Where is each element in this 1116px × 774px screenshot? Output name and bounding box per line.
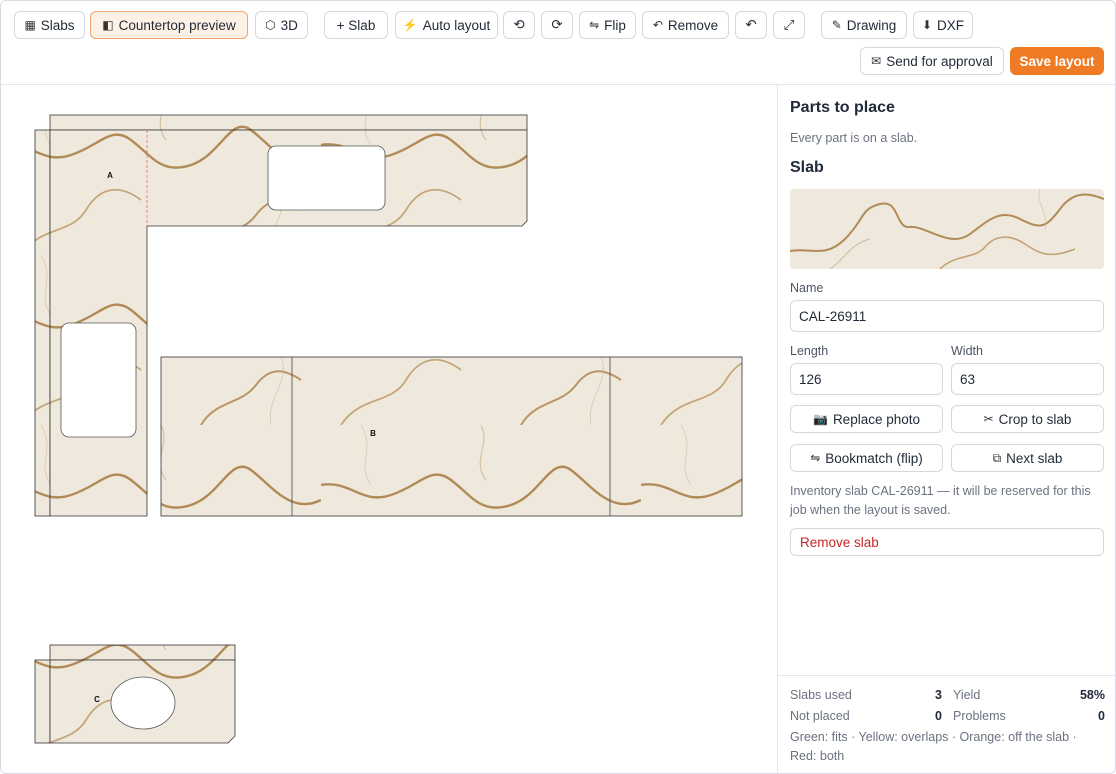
rotate-left-icon: ⟲ xyxy=(513,17,525,32)
parts-to-place-title: Parts to place xyxy=(790,99,895,116)
slabs-used-value: 3 xyxy=(935,688,942,702)
cube-icon: ⬡ xyxy=(265,18,276,32)
undo-icon: ↶ xyxy=(745,17,757,32)
sink-cutout-a xyxy=(267,145,386,211)
copy-icon: ⧉ xyxy=(992,450,1002,465)
not-placed-label: Not placed xyxy=(790,709,850,723)
countertop-preview-button[interactable]: ◧ Countertop preview xyxy=(90,11,248,39)
next-slab-button[interactable]: ⧉ Next slab xyxy=(951,444,1104,472)
send-for-approval-label: Send for approval xyxy=(886,53,993,69)
fullscreen-icon: ⤢ xyxy=(783,17,795,32)
dxf-button[interactable]: ⬇ DXF xyxy=(913,11,973,39)
save-layout-button[interactable]: Save layout xyxy=(1010,47,1104,75)
length-label: Length xyxy=(790,344,829,358)
parts-status: Every part is on a slab. xyxy=(790,131,918,145)
half-square-icon: ◧ xyxy=(102,18,114,32)
download-icon: ⬇ xyxy=(921,18,933,32)
remove-icon: ↶ xyxy=(652,18,663,32)
add-slab-button[interactable]: + Slab xyxy=(324,11,388,39)
remove-button[interactable]: ↶ Remove xyxy=(642,11,729,39)
save-layout-label: Save layout xyxy=(1019,53,1095,69)
auto-layout-button[interactable]: ⚡ Auto layout xyxy=(395,11,498,39)
layout-canvas[interactable]: A B C xyxy=(1,85,777,774)
drawing-label: Drawing xyxy=(846,17,897,33)
name-label: Name xyxy=(790,281,824,295)
part-a-label: A xyxy=(107,171,113,180)
auto-layout-label: Auto layout xyxy=(422,17,491,33)
rotate-right-icon: ⟳ xyxy=(551,17,563,32)
yield-label: Yield xyxy=(953,688,981,702)
width-label: Width xyxy=(951,344,983,358)
flip-icon: ⇋ xyxy=(589,18,600,32)
next-slab-label: Next slab xyxy=(1006,450,1063,466)
yield-value: 58% xyxy=(1079,688,1105,702)
slabs-button[interactable]: ▦ Slabs xyxy=(14,11,85,39)
camera-icon: 📷 xyxy=(812,412,828,426)
stats-footer: Slabs used 3 Yield 58% Not placed 0 Prob… xyxy=(778,675,1115,773)
problems-value: 0 xyxy=(1098,709,1105,723)
status-legend: Green: fits · Yellow: overlaps · Orange:… xyxy=(790,730,1077,763)
pencil-icon: ✎ xyxy=(831,18,842,32)
bookmatch-button[interactable]: ⇋ Bookmatch (flip) xyxy=(790,444,943,472)
sink-cutout-c xyxy=(110,676,176,730)
crop-to-slab-button[interactable]: ✂ Crop to slab xyxy=(951,405,1104,433)
rotate-right-button[interactable]: ⟳ xyxy=(541,11,573,39)
side-panel: Parts to place Every part is on a slab. … xyxy=(777,85,1115,773)
replace-photo-button[interactable]: 📷 Replace photo xyxy=(790,405,943,433)
3d-label: 3D xyxy=(280,17,298,33)
slabs-used-label: Slabs used xyxy=(790,688,852,702)
problems-label: Problems xyxy=(953,709,1006,723)
undo-button[interactable]: ↶ xyxy=(735,11,767,39)
remove-label: Remove xyxy=(667,17,719,33)
layout-drawing[interactable]: A B C xyxy=(1,85,777,774)
not-placed-value: 0 xyxy=(935,709,942,723)
part-c-label: C xyxy=(94,695,100,704)
slab-title: Slab xyxy=(790,159,824,176)
flip-icon: ⇋ xyxy=(810,451,821,465)
crop-to-slab-label: Crop to slab xyxy=(998,411,1072,427)
slab-photo xyxy=(790,189,1104,269)
dxf-label: DXF xyxy=(937,17,965,33)
scissors-icon: ✂ xyxy=(983,412,994,426)
rotate-left-button[interactable]: ⟲ xyxy=(503,11,535,39)
part-b-label: B xyxy=(370,429,376,438)
remove-slab-button[interactable]: Remove slab xyxy=(790,528,1104,556)
slab-width-input[interactable] xyxy=(951,363,1104,395)
lightning-icon: ⚡ xyxy=(402,18,418,32)
envelope-icon: ✉ xyxy=(871,54,882,68)
part-c[interactable] xyxy=(34,644,236,744)
grid-icon: ▦ xyxy=(24,18,36,32)
slab-name-input[interactable] xyxy=(790,300,1104,332)
layout-editor: ▦ Slabs ◧ Countertop preview ⬡ 3D + Slab ⚡ A… xyxy=(0,0,1116,774)
countertop-preview-label: Countertop preview xyxy=(118,17,236,33)
add-slab-label: + Slab xyxy=(336,17,376,33)
slab-length-input[interactable] xyxy=(790,363,943,395)
inventory-note: Inventory slab CAL-26911 — it will be re… xyxy=(790,484,1091,517)
bookmatch-label: Bookmatch (flip) xyxy=(825,450,923,466)
replace-photo-label: Replace photo xyxy=(832,411,921,427)
flip-button[interactable]: ⇋ Flip xyxy=(579,11,636,39)
remove-slab-label: Remove slab xyxy=(800,534,879,550)
fullscreen-button[interactable]: ⤢ xyxy=(773,11,805,39)
drawing-button[interactable]: ✎ Drawing xyxy=(821,11,907,39)
part-b[interactable] xyxy=(160,356,743,517)
send-for-approval-button[interactable]: ✉ Send for approval xyxy=(860,47,1004,75)
cooktop-cutout-a xyxy=(60,322,137,438)
slabs-label: Slabs xyxy=(40,17,75,33)
toolbar: ▦ Slabs ◧ Countertop preview ⬡ 3D + Slab ⚡ A… xyxy=(1,1,1115,85)
flip-label: Flip xyxy=(604,17,626,33)
3d-button[interactable]: ⬡ 3D xyxy=(255,11,308,39)
